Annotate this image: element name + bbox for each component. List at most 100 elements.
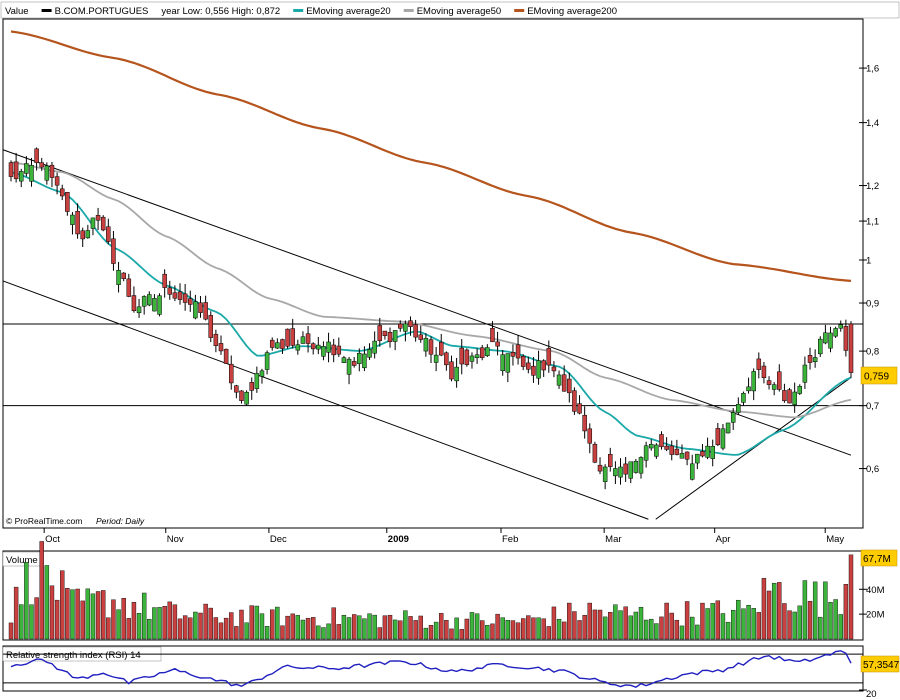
volume-bar: [649, 618, 654, 640]
main-plot-frame: [2, 18, 864, 529]
volume-bar: [8, 622, 14, 640]
x-tick-label: 2009: [388, 534, 409, 545]
candle: [464, 348, 470, 367]
legend-swatch-5: [514, 9, 525, 12]
volume-bar: [90, 593, 96, 640]
volume-bar: [597, 609, 603, 640]
volume-bar: [75, 588, 80, 640]
volume-bar: [515, 622, 521, 640]
price-y-tick-label: 0,7: [866, 401, 879, 412]
volume-bar: [331, 607, 336, 640]
volume-bar: [341, 615, 347, 640]
candle: [725, 422, 731, 434]
volume-bar: [556, 618, 562, 640]
volume-bar: [838, 614, 843, 640]
volume-bar: [577, 620, 582, 640]
volume-bar: [54, 599, 60, 640]
candle: [818, 336, 823, 357]
volume-bar: [715, 600, 721, 640]
last-price-label: 0,759: [864, 372, 889, 383]
volume-bar: [551, 606, 557, 640]
volume-bar: [208, 607, 213, 640]
volume-bar: [305, 617, 311, 640]
legend-swatch-1: [41, 9, 52, 12]
x-tick-label: Feb: [502, 534, 518, 545]
volume-bar: [300, 619, 306, 640]
candle: [244, 390, 249, 406]
price-y-tick-label: 0,8: [866, 347, 879, 358]
volume-bar: [654, 623, 659, 640]
volume-bar: [628, 615, 633, 640]
x-tick-label: Oct: [45, 534, 60, 545]
volume-bar: [474, 613, 480, 640]
volume-bar: [818, 616, 823, 640]
volume-bar: [152, 607, 157, 640]
candle: [285, 328, 290, 349]
volume-bar: [141, 592, 147, 640]
volume-bar: [392, 619, 398, 640]
volume-bar: [843, 583, 849, 640]
legend-item-3: EMoving average20: [306, 6, 391, 17]
volume-bar: [95, 591, 101, 640]
volume-bar: [387, 614, 393, 640]
price-y-tick-label: 0,9: [866, 299, 879, 310]
volume-bar: [162, 606, 167, 640]
volume-bar: [264, 626, 270, 640]
volume-bar: [136, 612, 142, 640]
volume-bar: [531, 617, 536, 640]
volume-bar: [244, 622, 249, 640]
volume-bar: [546, 626, 552, 640]
volume-bar: [367, 613, 372, 640]
volume-bar: [505, 620, 511, 640]
volume-bar: [157, 607, 162, 640]
volume-bar: [357, 615, 362, 640]
volume-bar: [418, 615, 423, 640]
volume-bar: [536, 617, 541, 640]
volume-bar: [613, 604, 618, 640]
price-y-tick-label: 1: [866, 255, 871, 266]
candle: [833, 326, 838, 338]
volume-bar: [848, 554, 854, 640]
volume-bar: [413, 620, 418, 640]
candle: [787, 387, 792, 404]
volume-bar: [60, 570, 65, 640]
volume-bar: [100, 590, 106, 640]
volume-bar: [351, 614, 357, 640]
volume-bar: [561, 621, 567, 640]
volume-bar: [643, 619, 649, 640]
x-tick-label: May: [826, 534, 844, 545]
volume-bar: [433, 621, 439, 640]
volume-bar: [229, 612, 234, 640]
candle: [848, 321, 854, 378]
volume-bar: [213, 617, 219, 640]
candle: [572, 387, 577, 415]
legend-item-1: B.COM.PORTUGUES: [55, 6, 149, 17]
volume-bar: [797, 605, 802, 640]
volume-bar: [679, 625, 685, 640]
volume-bar: [828, 602, 833, 640]
volume-bar: [203, 603, 208, 640]
volume-bar: [403, 610, 408, 640]
volume-bar: [131, 602, 137, 640]
volume-bar: [316, 625, 321, 640]
volume-bar: [444, 620, 449, 640]
candle: [157, 293, 162, 317]
volume-bar: [802, 580, 808, 640]
volume-bar: [126, 618, 132, 640]
candle: [100, 215, 106, 232]
volume-bar: [469, 612, 475, 640]
volume-bar: [464, 618, 470, 640]
volume-bar: [674, 619, 680, 640]
volume-bar: [116, 609, 121, 640]
period-label: Period: Daily: [96, 516, 145, 526]
volume-bar: [510, 620, 516, 640]
x-tick-label: Apr: [716, 534, 731, 545]
volume-bar: [177, 618, 183, 640]
volume-bar: [239, 609, 244, 640]
volume-bar: [80, 600, 85, 640]
volume-bar: [454, 617, 459, 640]
volume-bar: [490, 623, 495, 640]
volume-bar: [541, 618, 546, 640]
price-y-tick-label: 1,2: [866, 181, 879, 192]
volume-bar: [485, 625, 490, 640]
